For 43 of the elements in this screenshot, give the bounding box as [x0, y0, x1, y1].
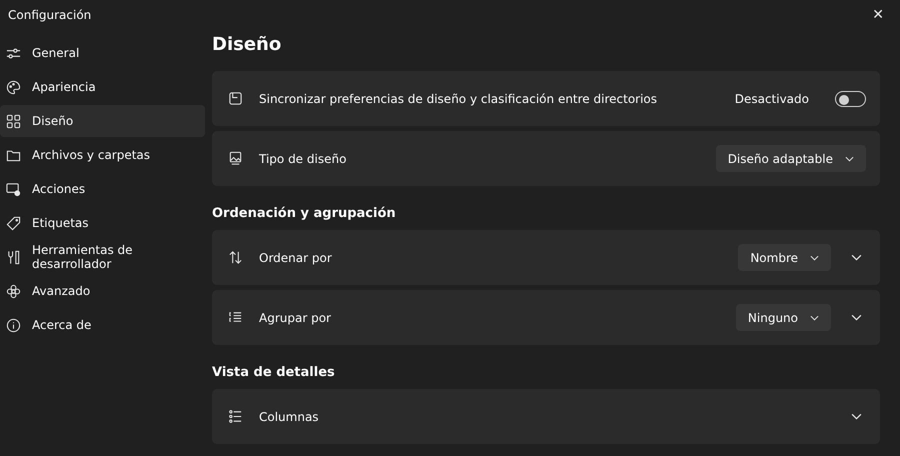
chevron-down-icon	[810, 314, 819, 320]
sidebar-item[interactable]: Herramientas de desarrollador	[0, 241, 205, 273]
setting-label: Agrupar por	[259, 310, 332, 324]
chevron-icon	[851, 413, 862, 420]
sidebar-item[interactable]: Diseño	[0, 105, 205, 137]
section-heading: Vista de detalles	[212, 365, 336, 380]
setting-label: Tipo de diseño	[259, 152, 348, 166]
dropdown[interactable]: Diseño adaptable	[716, 145, 866, 172]
section-heading: Ordenación y agrupación	[212, 206, 397, 221]
dropdown[interactable]: Nombre	[738, 244, 831, 271]
info-icon	[6, 318, 21, 332]
dropdown[interactable]: Ninguno	[736, 304, 831, 331]
sidebar-item[interactable]: Apariencia	[0, 71, 205, 103]
sidebar-item[interactable]: Acciones	[0, 173, 205, 205]
setting-label: Columnas	[259, 410, 320, 424]
image-icon	[228, 151, 243, 166]
layout-sync-icon	[228, 91, 243, 106]
sidebar-item[interactable]: Etiquetas	[0, 207, 205, 239]
palette-icon	[6, 80, 21, 94]
setting-label: Sincronizar preferencias de diseño y clasificación entre directorios	[259, 92, 658, 106]
toggle-switch[interactable]	[835, 90, 866, 106]
flower-icon	[6, 284, 21, 298]
close-button[interactable]: ✕	[868, 5, 888, 25]
chevron-down-icon	[845, 156, 854, 162]
window-gear-icon	[6, 182, 21, 196]
setting-label: Ordenar por	[259, 250, 333, 264]
tag-icon	[6, 216, 21, 230]
grid-icon	[6, 114, 21, 128]
toggle-state: Desactivado	[734, 92, 809, 106]
page-title: Diseño	[212, 34, 282, 57]
bullet-list-icon	[228, 409, 243, 424]
sidebar-item[interactable]: General	[0, 37, 205, 69]
list-icon	[228, 310, 243, 325]
window-title: Configuración	[8, 8, 92, 22]
sidebar-item[interactable]: Avanzado	[0, 275, 205, 307]
sidebar-item[interactable]: Archivos y carpetas	[0, 139, 205, 171]
sort-arrows-icon	[228, 250, 243, 265]
sidebar-item[interactable]: Acerca de	[0, 309, 205, 341]
chevron-icon	[851, 314, 862, 321]
chevron-down-icon	[810, 254, 819, 260]
chevron-icon	[851, 254, 862, 261]
sliders-icon	[6, 46, 21, 60]
tools-icon	[6, 250, 21, 264]
